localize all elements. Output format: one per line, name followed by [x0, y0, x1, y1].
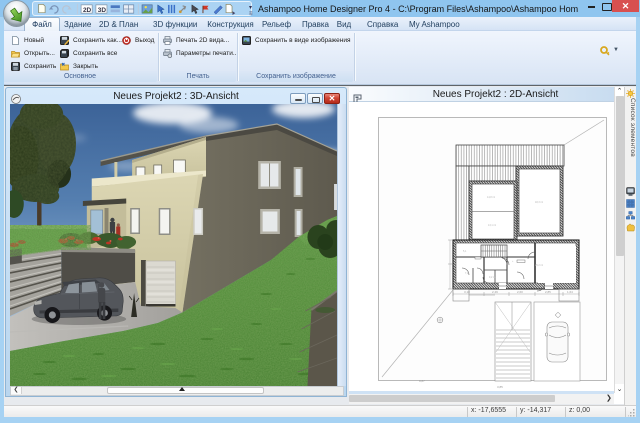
svg-text:13,1 m²: 13,1 m² — [488, 224, 496, 227]
svg-text:9,87: 9,87 — [419, 379, 425, 383]
svg-text:2D: 2D — [83, 7, 92, 14]
svg-text:2,49: 2,49 — [492, 290, 498, 294]
svg-text:3,85: 3,85 — [497, 385, 503, 389]
svg-text:1,64: 1,64 — [567, 290, 573, 294]
svg-text:3D: 3D — [98, 7, 107, 14]
svg-text:2,60: 2,60 — [517, 290, 523, 294]
svg-text:18,3 m²: 18,3 m² — [535, 201, 543, 204]
svg-text:14,8 m²: 14,8 m² — [487, 196, 495, 199]
svg-text:9,2 m²: 9,2 m² — [489, 276, 496, 279]
svg-text:25,2 m²: 25,2 m² — [535, 264, 543, 267]
svg-text:2,85: 2,85 — [545, 290, 551, 294]
